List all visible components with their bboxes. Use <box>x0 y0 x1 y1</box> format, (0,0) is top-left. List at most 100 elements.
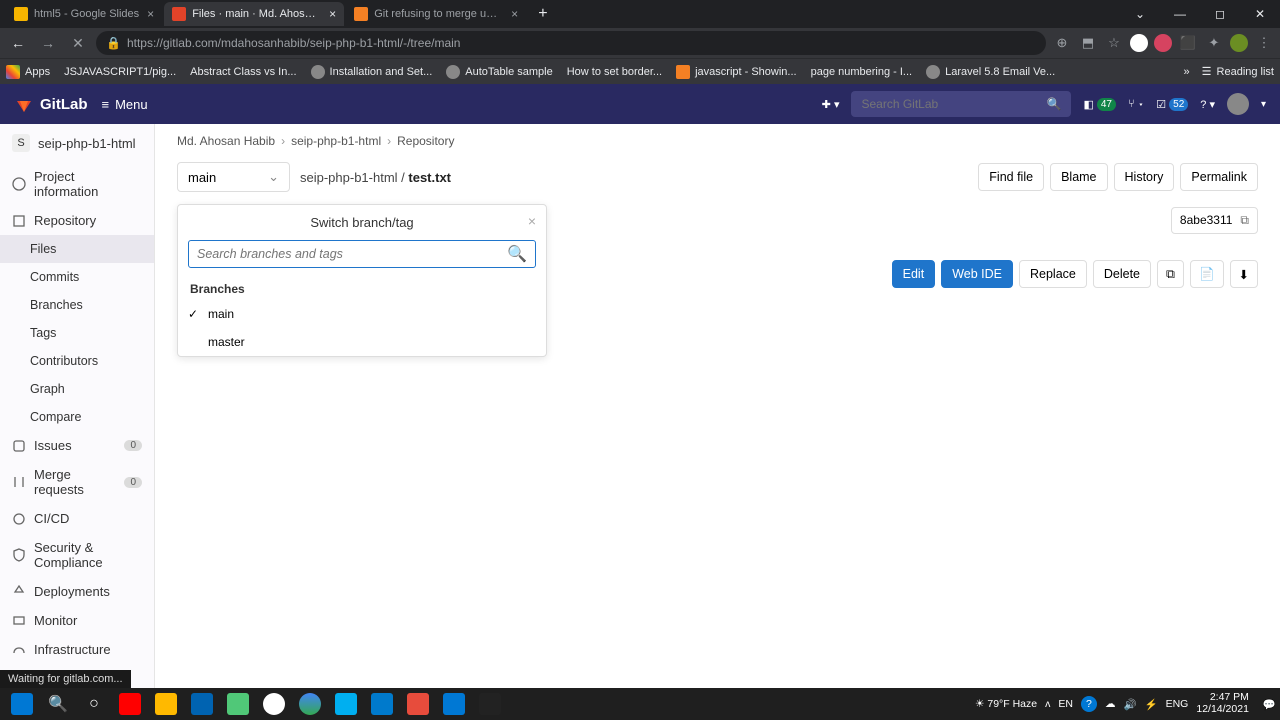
bookmark-item[interactable]: Laravel 5.8 Email Ve... <box>926 65 1055 79</box>
edit-button[interactable]: Edit <box>892 260 936 288</box>
sidebar-item-cicd[interactable]: CI/CD <box>0 504 154 533</box>
language-indicator[interactable]: ENG <box>1166 698 1189 710</box>
tray-icon[interactable]: ⚡ <box>1145 698 1158 711</box>
breadcrumb-link[interactable]: Repository <box>397 134 454 148</box>
zoom-icon[interactable]: ⊕ <box>1052 33 1072 53</box>
bookmark-overflow[interactable]: » <box>1184 66 1190 78</box>
bookmark-item[interactable]: AutoTable sample <box>446 65 552 79</box>
history-button[interactable]: History <box>1114 163 1175 191</box>
web-ide-button[interactable]: Web IDE <box>941 260 1013 288</box>
close-icon[interactable]: × <box>528 213 536 229</box>
weather-widget[interactable]: ☀ 79°F Haze <box>975 698 1037 710</box>
start-button[interactable] <box>4 688 40 720</box>
bookmark-item[interactable]: JSJAVASCRIPT1/pig... <box>64 66 176 78</box>
taskbar-app[interactable] <box>184 688 220 720</box>
copy-contents-button[interactable]: ⧉ <box>1157 260 1184 288</box>
sidebar-item-deployments[interactable]: Deployments <box>0 577 154 606</box>
taskbar-app[interactable] <box>472 688 508 720</box>
sidebar-item-project-info[interactable]: Project information <box>0 162 154 206</box>
stop-button[interactable]: ✕ <box>66 31 90 55</box>
profile-avatar[interactable] <box>1154 34 1172 52</box>
gitlab-search[interactable]: 🔍 <box>851 91 1071 117</box>
taskbar-app[interactable] <box>436 688 472 720</box>
merge-requests-badge[interactable]: ⑂ ▾ <box>1128 98 1144 110</box>
user-avatar[interactable] <box>1230 34 1248 52</box>
branch-option[interactable]: master <box>178 328 546 356</box>
tray-chevron-icon[interactable]: ʌ <box>1045 698 1050 710</box>
todos-badge[interactable]: ☑52 <box>1156 98 1188 111</box>
branch-option[interactable]: ✓ main <box>178 300 546 328</box>
sidebar-item-merge-requests[interactable]: Merge requests0 <box>0 460 154 504</box>
forward-button[interactable]: → <box>36 31 60 55</box>
taskbar-app[interactable] <box>148 688 184 720</box>
new-button[interactable]: ✚ ▾ <box>822 98 840 111</box>
extensions-icon[interactable]: ⬛ <box>1178 33 1198 53</box>
sidebar-item-repository[interactable]: Repository <box>0 206 154 235</box>
help-icon[interactable]: ? <box>1081 696 1097 712</box>
tray-icon[interactable]: ☁ <box>1105 698 1116 710</box>
tray-icon[interactable]: 🔊 <box>1123 698 1136 711</box>
permalink-button[interactable]: Permalink <box>1180 163 1258 191</box>
cortana-button[interactable]: ○ <box>76 688 112 720</box>
copy-icon[interactable]: ⧉ <box>1240 213 1249 228</box>
taskbar-app[interactable] <box>112 688 148 720</box>
sidebar-item-security[interactable]: Security & Compliance <box>0 533 154 577</box>
search-icon[interactable]: 🔍 <box>507 244 527 264</box>
address-bar[interactable]: 🔒 https://gitlab.com/mdahosanhabib/seip-… <box>96 31 1046 55</box>
sidebar-item-graph[interactable]: Graph <box>0 375 154 403</box>
notifications-icon[interactable]: 💬 <box>1263 698 1276 711</box>
project-link[interactable]: S seip-php-b1-html <box>0 124 154 162</box>
taskbar-app[interactable] <box>256 688 292 720</box>
bookmark-item[interactable]: Installation and Set... <box>311 65 433 79</box>
maximize-button[interactable]: ◻ <box>1200 0 1240 28</box>
breadcrumb-link[interactable]: Md. Ahosan Habib <box>177 134 275 148</box>
branch-selector[interactable]: main ⌄ <box>177 162 290 192</box>
pipelines-badge[interactable]: ◧47 <box>1083 98 1116 111</box>
find-file-button[interactable]: Find file <box>978 163 1044 191</box>
search-button[interactable]: 🔍 <box>40 688 76 720</box>
bookmark-item[interactable]: How to set border... <box>567 66 662 78</box>
branch-search-input[interactable] <box>197 247 507 261</box>
taskbar-app[interactable] <box>328 688 364 720</box>
sidebar-item-compare[interactable]: Compare <box>0 403 154 431</box>
raw-button[interactable]: 📄 <box>1190 260 1224 288</box>
taskbar-app[interactable] <box>364 688 400 720</box>
close-icon[interactable]: × <box>147 7 154 21</box>
apps-shortcut[interactable]: Apps <box>6 65 50 79</box>
bookmark-item[interactable]: javascript - Showin... <box>676 65 796 79</box>
new-tab-button[interactable]: + <box>528 5 557 23</box>
menu-button[interactable]: ≡ Menu <box>102 97 148 112</box>
bookmark-star-icon[interactable]: ☆ <box>1104 33 1124 53</box>
sidebar-item-infrastructure[interactable]: Infrastructure <box>0 635 154 664</box>
language-indicator[interactable]: EN <box>1058 698 1073 710</box>
blame-button[interactable]: Blame <box>1050 163 1107 191</box>
sidebar-item-files[interactable]: Files <box>0 235 154 263</box>
gitlab-logo[interactable]: GitLab <box>14 94 88 114</box>
taskbar-app[interactable] <box>220 688 256 720</box>
back-button[interactable]: ← <box>6 31 30 55</box>
taskbar-app[interactable] <box>292 688 328 720</box>
caret-down-icon[interactable]: ⌄ <box>1120 0 1160 28</box>
minimize-button[interactable]: — <box>1160 0 1200 28</box>
close-icon[interactable]: × <box>329 7 336 21</box>
sidebar-item-commits[interactable]: Commits <box>0 263 154 291</box>
close-icon[interactable]: × <box>511 7 518 21</box>
extensions-puzzle-icon[interactable]: ✦ <box>1204 33 1224 53</box>
browser-tab[interactable]: Git refusing to merge unrelated × <box>346 2 526 26</box>
delete-button[interactable]: Delete <box>1093 260 1151 288</box>
bookmark-item[interactable]: page numbering - I... <box>811 66 913 78</box>
branch-search[interactable]: 🔍 <box>188 240 536 268</box>
replace-button[interactable]: Replace <box>1019 260 1087 288</box>
user-menu[interactable] <box>1227 93 1249 115</box>
breadcrumb-link[interactable]: seip-php-b1-html <box>291 134 381 148</box>
share-icon[interactable]: ⬒ <box>1078 33 1098 53</box>
close-window-button[interactable]: ✕ <box>1240 0 1280 28</box>
sidebar-item-contributors[interactable]: Contributors <box>0 347 154 375</box>
taskbar-app[interactable] <box>400 688 436 720</box>
clock[interactable]: 2:47 PM 12/14/2021 <box>1196 692 1255 715</box>
sidebar-item-issues[interactable]: Issues0 <box>0 431 154 460</box>
menu-icon[interactable]: ⋮ <box>1254 33 1274 53</box>
help-icon[interactable]: ? ▾ <box>1200 98 1215 111</box>
browser-tab[interactable]: html5 - Google Slides × <box>6 2 162 26</box>
sidebar-item-tags[interactable]: Tags <box>0 319 154 347</box>
